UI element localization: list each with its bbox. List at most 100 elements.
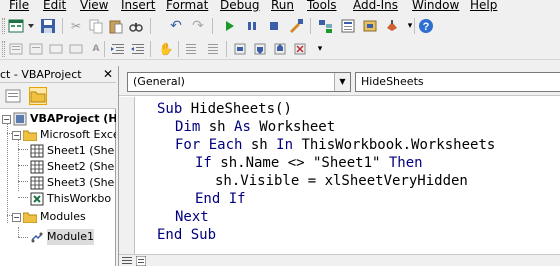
tree-node-label: Module1 (47, 229, 94, 245)
menu-format[interactable]: Format (166, 0, 208, 12)
project-explorer-title: ct - VBAProject (0, 68, 82, 81)
cut-icon[interactable]: ✂ (68, 18, 84, 34)
properties-window-icon[interactable] (340, 18, 356, 34)
toggle-breakpoint-icon[interactable]: ✋ (158, 41, 174, 57)
redo-icon[interactable]: ↷ (190, 18, 206, 34)
complete-word-icon[interactable]: A (88, 41, 104, 57)
tree-node-vbaproject[interactable]: − VBAProject (Hidin (2, 111, 116, 127)
procedure-view-icon[interactable] (121, 255, 133, 266)
uncomment-block-icon[interactable] (204, 41, 220, 57)
full-module-view-icon[interactable] (135, 255, 147, 266)
menu-run[interactable]: Run (271, 0, 294, 12)
toolbar-grip[interactable] (2, 41, 5, 57)
run-icon[interactable] (222, 18, 238, 34)
code-line[interactable]: If sh.Name <> "Sheet1" Then (195, 154, 423, 172)
tree-connector (18, 165, 28, 166)
parameter-info-icon[interactable] (68, 41, 84, 57)
view-code-icon[interactable] (4, 87, 22, 105)
comment-block-icon[interactable] (184, 41, 200, 57)
object-dropdown[interactable]: (General) ▼ (127, 72, 351, 92)
menu-view[interactable]: View (80, 0, 108, 12)
design-mode-icon[interactable] (288, 18, 304, 34)
tree-node-excel-objects[interactable]: − Microsoft Excel O (12, 127, 116, 143)
chevron-down-icon[interactable]: ▼ (334, 73, 350, 91)
find-icon[interactable] (128, 18, 144, 34)
menu-window[interactable]: Window (412, 0, 459, 12)
edit-toolbar: A ✋ ▾ (0, 38, 560, 60)
list-properties-icon[interactable] (8, 41, 24, 57)
indent-icon[interactable] (110, 41, 126, 57)
code-line[interactable]: Sub HideSheets() (157, 100, 292, 118)
tree-node-sheet1[interactable]: Sheet1 (She (30, 143, 114, 159)
tree-node-sheet2[interactable]: Sheet2 (She (30, 159, 114, 175)
menu-add-ins[interactable]: Add-Ins (353, 0, 398, 12)
object-browser-icon[interactable] (362, 18, 378, 34)
workbook-icon (30, 192, 44, 206)
copy-icon[interactable] (88, 18, 104, 34)
toolbox-icon[interactable] (384, 18, 400, 34)
menu-insert[interactable]: Insert (121, 0, 155, 12)
tree-connector (18, 137, 19, 191)
tree-node-module1[interactable]: Module1 (30, 229, 94, 245)
reset-icon[interactable] (266, 18, 282, 34)
project-explorer-title-bar[interactable]: ct - VBAProject ✕ (0, 66, 116, 83)
tree-connector (7, 121, 8, 223)
tree-node-modules[interactable]: − Modules (12, 209, 86, 225)
code-margin-indicator-bar[interactable] (119, 97, 135, 254)
close-icon[interactable]: ✕ (103, 66, 113, 82)
code-line[interactable]: sh.Visible = xlSheetVeryHidden (215, 172, 468, 190)
clear-bookmarks-icon[interactable] (292, 41, 308, 57)
list-constants-icon[interactable] (28, 41, 44, 57)
next-bookmark-icon[interactable] (252, 41, 268, 57)
tree-node-sheet3[interactable]: Sheet3 (She (30, 175, 114, 191)
code-window-bottom-bar (119, 254, 560, 266)
toolbar-separator (310, 18, 311, 34)
toolbar-grip[interactable] (2, 18, 5, 34)
tree-node-thisworkbook[interactable]: ThisWorkbo (30, 191, 111, 207)
undo-icon[interactable]: ↶ (168, 18, 184, 34)
toolbar-separator (62, 18, 63, 34)
module-icon (31, 232, 43, 243)
outdent-icon[interactable] (130, 41, 146, 57)
code-line[interactable]: For Each sh In ThisWorkbook.Worksheets (175, 136, 495, 154)
view-excel-icon[interactable] (8, 18, 36, 34)
collapse-icon[interactable]: − (12, 130, 21, 140)
toggle-bookmark-icon[interactable] (232, 41, 248, 57)
collapse-icon[interactable]: − (12, 212, 21, 222)
folder-icon (23, 130, 37, 141)
toolbar-separator (178, 41, 179, 57)
break-icon[interactable] (244, 18, 260, 34)
help-icon[interactable]: ? (418, 18, 434, 34)
project-explorer-icon[interactable] (318, 18, 334, 34)
menu-file[interactable]: File (9, 0, 29, 12)
project-explorer-toolbar (0, 83, 116, 109)
quick-info-icon[interactable] (48, 41, 64, 57)
menu-tools[interactable]: Tools (307, 0, 337, 12)
toggle-folders-icon[interactable] (29, 87, 47, 105)
paste-icon[interactable] (108, 18, 124, 34)
previous-bookmark-icon[interactable] (272, 41, 288, 57)
tree-node-label: VBAProject (Hidin (30, 112, 116, 125)
code-line[interactable]: End Sub (157, 226, 216, 244)
project-explorer-pane: ct - VBAProject ✕ − VBAProject (Hidin (0, 66, 116, 266)
save-icon[interactable] (40, 18, 56, 34)
menu-debug[interactable]: Debug (220, 0, 259, 12)
toolbar-dropdown-icon[interactable]: ▾ (312, 41, 328, 57)
tree-node-label: Modules (40, 210, 86, 223)
worksheet-icon (30, 144, 44, 158)
menu-bar: File Edit View Insert Format Debug Run T… (0, 0, 560, 14)
toolbar-separator (414, 18, 415, 34)
toolbar-dropdown-icon[interactable]: ▾ (402, 18, 418, 34)
procedure-dropdown[interactable]: HideSheets (355, 72, 560, 92)
collapse-icon[interactable]: − (2, 114, 11, 124)
code-line[interactable]: Dim sh As Worksheet (175, 118, 335, 136)
menu-edit[interactable]: Edit (43, 0, 66, 12)
code-window-header: (General) ▼ HideSheets (119, 66, 560, 96)
vba-project-icon (13, 112, 27, 126)
code-line[interactable]: Next (175, 208, 209, 226)
menu-help[interactable]: Help (470, 0, 497, 12)
project-tree: − VBAProject (Hidin − Microsoft Excel O … (0, 109, 116, 266)
code-line[interactable]: End If (195, 190, 246, 208)
tree-node-label: ThisWorkbo (47, 192, 112, 205)
code-editor[interactable]: Sub HideSheets() Dim sh As Worksheet For… (119, 97, 560, 254)
